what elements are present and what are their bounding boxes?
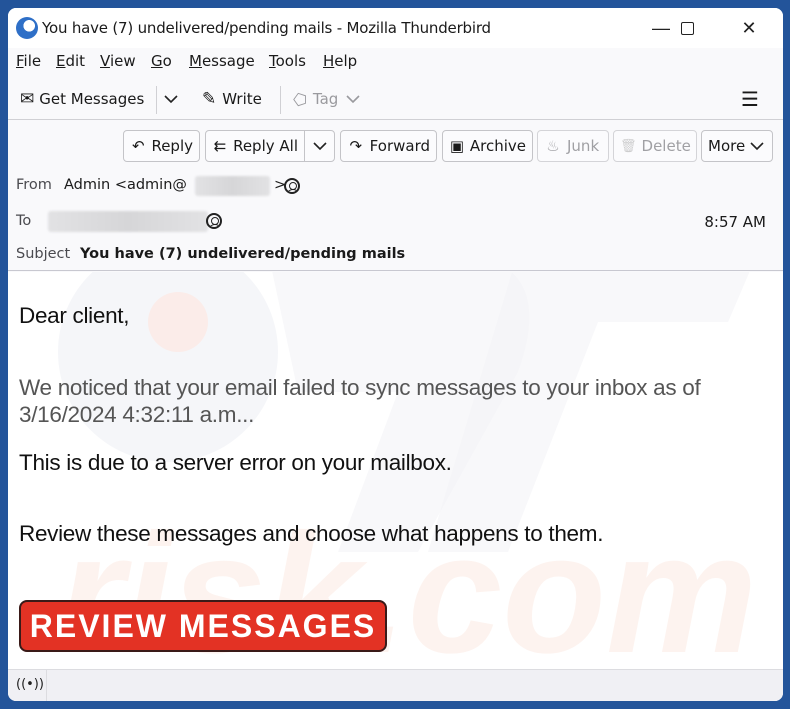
archive-label: Archive bbox=[469, 137, 526, 155]
reply-button[interactable]: ↶ Reply bbox=[123, 130, 200, 162]
write-button[interactable]: ✎ Write bbox=[202, 86, 262, 112]
menu-file[interactable]: File bbox=[16, 52, 41, 70]
menu-view[interactable]: View bbox=[100, 52, 136, 70]
reply-label: Reply bbox=[151, 137, 193, 155]
maximize-button[interactable] bbox=[664, 8, 710, 48]
forward-icon: ↷ bbox=[349, 137, 363, 155]
reply-all-label: Reply All bbox=[233, 137, 298, 155]
menu-edit[interactable]: Edit bbox=[56, 52, 85, 70]
forward-button[interactable]: ↷ Forward bbox=[340, 130, 437, 162]
delete-label: Delete bbox=[641, 137, 691, 155]
menu-message[interactable]: Message bbox=[189, 52, 255, 70]
more-label: More bbox=[708, 137, 746, 155]
chevron-down-icon bbox=[346, 95, 360, 104]
junk-button[interactable]: ♨ Junk bbox=[537, 130, 609, 162]
reply-all-button[interactable]: ⇇ Reply All bbox=[205, 130, 305, 162]
get-messages-label: Get Messages bbox=[39, 90, 145, 108]
message-body: risk.com Dear client, We noticed that yo… bbox=[8, 272, 783, 669]
menu-view-rest: iew bbox=[109, 52, 136, 70]
toolbar-divider bbox=[280, 86, 281, 114]
review-messages-button[interactable]: REVIEW MESSAGES bbox=[19, 600, 387, 652]
chevron-down-icon bbox=[312, 142, 327, 151]
status-bar: ((•)) bbox=[8, 669, 783, 701]
hamburger-menu-icon: ☰ bbox=[741, 87, 759, 111]
app-menu-button[interactable]: ☰ bbox=[741, 86, 759, 112]
contact-icon[interactable] bbox=[206, 213, 222, 229]
redacted-recipient bbox=[48, 211, 208, 232]
archive-icon: ▣ bbox=[449, 137, 465, 155]
online-status-icon[interactable]: ((•)) bbox=[16, 677, 44, 692]
redacted-domain bbox=[195, 176, 270, 196]
forward-label: Forward bbox=[369, 137, 430, 155]
menu-tools-rest: ools bbox=[275, 52, 306, 70]
chevron-down-icon bbox=[164, 95, 178, 104]
title-bar: You have (7) undelivered/pending mails -… bbox=[8, 8, 783, 48]
tag-icon: ⬠ bbox=[290, 92, 310, 106]
reply-all-dropdown[interactable] bbox=[304, 130, 335, 162]
archive-button[interactable]: ▣ Archive bbox=[442, 130, 533, 162]
get-messages-dropdown[interactable] bbox=[164, 86, 178, 112]
greeting-text: Dear client, bbox=[19, 303, 130, 328]
tag-label: Tag bbox=[312, 90, 339, 108]
write-label: Write bbox=[222, 90, 262, 108]
menu-bar: File Edit View Go Message Tools Help bbox=[8, 48, 783, 76]
server-error-text: This is due to a server error on your ma… bbox=[19, 450, 452, 475]
window-title: You have (7) undelivered/pending mails -… bbox=[42, 19, 491, 37]
subject-label: Subject bbox=[16, 246, 71, 262]
message-time: 8:57 AM bbox=[704, 213, 766, 231]
pencil-icon: ✎ bbox=[202, 89, 217, 109]
menu-go[interactable]: Go bbox=[151, 52, 172, 70]
envelope-download-icon: ✉ bbox=[20, 89, 35, 109]
status-divider bbox=[46, 670, 47, 701]
reply-all-icon: ⇇ bbox=[213, 137, 227, 155]
thunderbird-window: You have (7) undelivered/pending mails -… bbox=[8, 8, 783, 701]
thunderbird-logo-icon bbox=[16, 17, 38, 39]
menu-tools[interactable]: Tools bbox=[269, 52, 306, 70]
menu-message-rest: essage bbox=[201, 52, 255, 70]
more-button[interactable]: More bbox=[701, 130, 773, 162]
sync-notice-text: We noticed that your email failed to syn… bbox=[19, 375, 701, 427]
from-label: From bbox=[16, 177, 52, 193]
message-header: ↶ Reply ⇇ Reply All ↷ Forward ▣ Archive … bbox=[8, 121, 783, 271]
close-button[interactable]: ✕ bbox=[726, 8, 772, 48]
chevron-down-icon bbox=[750, 142, 764, 151]
junk-label: Junk bbox=[567, 137, 600, 155]
maximize-icon bbox=[680, 21, 694, 35]
main-toolbar: ✉ Get Messages ✎ Write ⬠ Tag ☰ bbox=[8, 78, 783, 120]
from-name[interactable]: Admin <admin@ bbox=[64, 177, 187, 193]
menu-edit-rest: dit bbox=[65, 52, 86, 70]
trash-icon: 🗑 bbox=[620, 138, 637, 154]
toolbar-divider bbox=[156, 86, 157, 114]
junk-flame-icon: ♨ bbox=[546, 137, 560, 155]
menu-file-rest: ile bbox=[23, 52, 42, 70]
tag-button[interactable]: ⬠ Tag bbox=[290, 86, 360, 112]
contact-icon[interactable] bbox=[284, 178, 300, 194]
to-label: To bbox=[16, 213, 32, 229]
delete-button[interactable]: 🗑 Delete bbox=[613, 130, 697, 162]
subject-value: You have (7) undelivered/pending mails bbox=[80, 246, 406, 262]
review-instruction-text: Review these messages and choose what ha… bbox=[19, 521, 604, 546]
reply-icon: ↶ bbox=[131, 137, 145, 155]
menu-help-rest: elp bbox=[334, 52, 358, 70]
menu-go-rest: o bbox=[162, 52, 172, 70]
menu-help[interactable]: Help bbox=[323, 52, 357, 70]
get-messages-button[interactable]: ✉ Get Messages bbox=[20, 86, 144, 112]
